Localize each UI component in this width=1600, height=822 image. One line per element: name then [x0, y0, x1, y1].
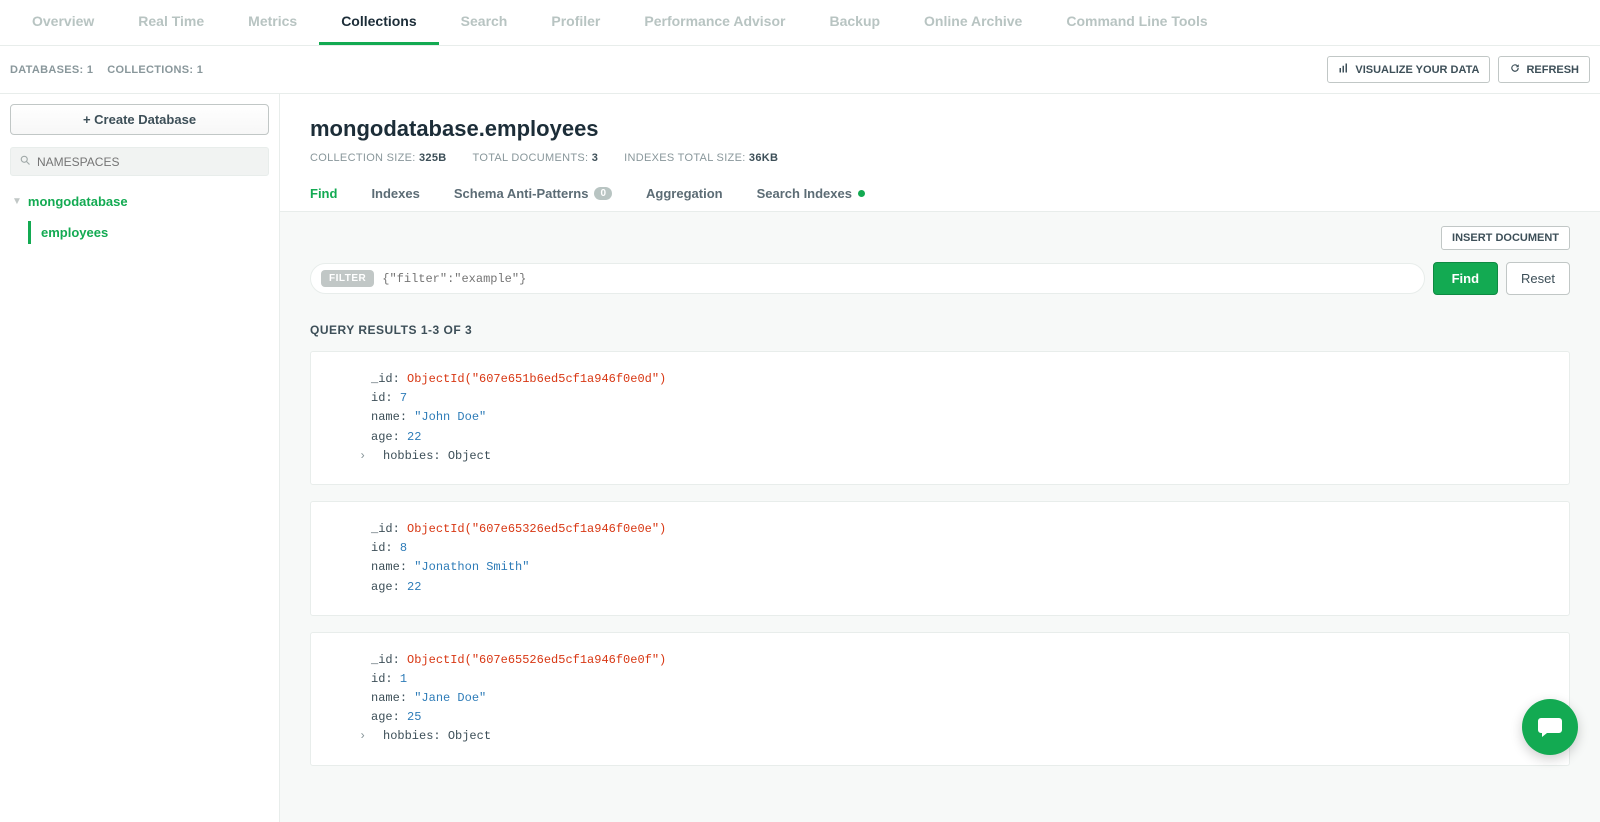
- chat-fab[interactable]: [1522, 699, 1578, 755]
- top-tab-search[interactable]: Search: [439, 0, 530, 45]
- db-count-val: 1: [87, 64, 93, 76]
- top-tab-performance-advisor[interactable]: Performance Advisor: [622, 0, 807, 45]
- filter-box[interactable]: FILTER: [310, 263, 1425, 294]
- tab-find[interactable]: Find: [310, 178, 337, 211]
- tab-indexes[interactable]: Indexes: [371, 178, 419, 211]
- expand-icon[interactable]: ›: [359, 727, 371, 746]
- filter-input[interactable]: [382, 272, 1413, 286]
- top-tab-metrics[interactable]: Metrics: [226, 0, 319, 45]
- top-tabs: OverviewReal TimeMetricsCollectionsSearc…: [0, 0, 1600, 46]
- search-icon: [19, 154, 31, 169]
- chart-icon: [1338, 62, 1350, 77]
- counts: DATABASES: 1 COLLECTIONS: 1: [10, 64, 203, 76]
- collection-stats: COLLECTION SIZE: 325B TOTAL DOCUMENTS: 3…: [310, 152, 1570, 164]
- anti-patterns-count: 0: [594, 187, 612, 200]
- namespace-input[interactable]: [37, 155, 260, 169]
- top-tab-collections[interactable]: Collections: [319, 0, 438, 45]
- main-panel: mongodatabase.employees COLLECTION SIZE:…: [280, 94, 1600, 822]
- visualize-button[interactable]: VISUALIZE YOUR DATA: [1327, 56, 1490, 83]
- find-button[interactable]: Find: [1433, 262, 1498, 295]
- collection-title: mongodatabase.employees: [310, 116, 1570, 142]
- sidebar: + Create Database ▼ mongodatabase employ…: [0, 94, 280, 822]
- document-card[interactable]: _id: ObjectId("607e65326ed5cf1a946f0e0e"…: [310, 501, 1570, 616]
- top-tab-profiler[interactable]: Profiler: [529, 0, 622, 45]
- top-tab-command-line-tools[interactable]: Command Line Tools: [1044, 0, 1229, 45]
- top-tab-overview[interactable]: Overview: [10, 0, 116, 45]
- status-dot-icon: [858, 190, 865, 197]
- top-tab-real-time[interactable]: Real Time: [116, 0, 226, 45]
- filter-pill: FILTER: [321, 270, 374, 287]
- top-tab-backup[interactable]: Backup: [807, 0, 902, 45]
- chat-icon: [1536, 712, 1564, 743]
- collection-sub-tabs: Find Indexes Schema Anti-Patterns 0 Aggr…: [280, 178, 1600, 212]
- results-label: QUERY RESULTS 1-3 OF 3: [310, 323, 1570, 337]
- top-tab-online-archive[interactable]: Online Archive: [902, 0, 1044, 45]
- document-card[interactable]: _id: ObjectId("607e65526ed5cf1a946f0e0f"…: [310, 632, 1570, 766]
- create-database-button[interactable]: + Create Database: [10, 104, 269, 135]
- coll-count-label: COLLECTIONS:: [107, 64, 193, 76]
- refresh-button[interactable]: REFRESH: [1498, 56, 1590, 83]
- expand-icon[interactable]: ›: [359, 447, 371, 466]
- document-card[interactable]: _id: ObjectId("607e651b6ed5cf1a946f0e0d"…: [310, 351, 1570, 485]
- namespace-search[interactable]: [10, 147, 269, 176]
- insert-document-button[interactable]: INSERT DOCUMENT: [1441, 226, 1570, 250]
- collection-tree-item[interactable]: employees: [28, 221, 269, 244]
- tab-search-indexes[interactable]: Search Indexes: [757, 178, 865, 211]
- db-count-label: DATABASES:: [10, 64, 83, 76]
- tab-aggregation[interactable]: Aggregation: [646, 178, 723, 211]
- sub-header: DATABASES: 1 COLLECTIONS: 1 VISUALIZE YO…: [0, 46, 1600, 94]
- coll-count-val: 1: [197, 64, 203, 76]
- refresh-icon: [1509, 62, 1521, 77]
- db-tree-item[interactable]: ▼ mongodatabase: [10, 190, 269, 213]
- reset-button[interactable]: Reset: [1506, 262, 1570, 295]
- tab-anti-patterns[interactable]: Schema Anti-Patterns 0: [454, 178, 612, 211]
- caret-down-icon: ▼: [12, 196, 22, 207]
